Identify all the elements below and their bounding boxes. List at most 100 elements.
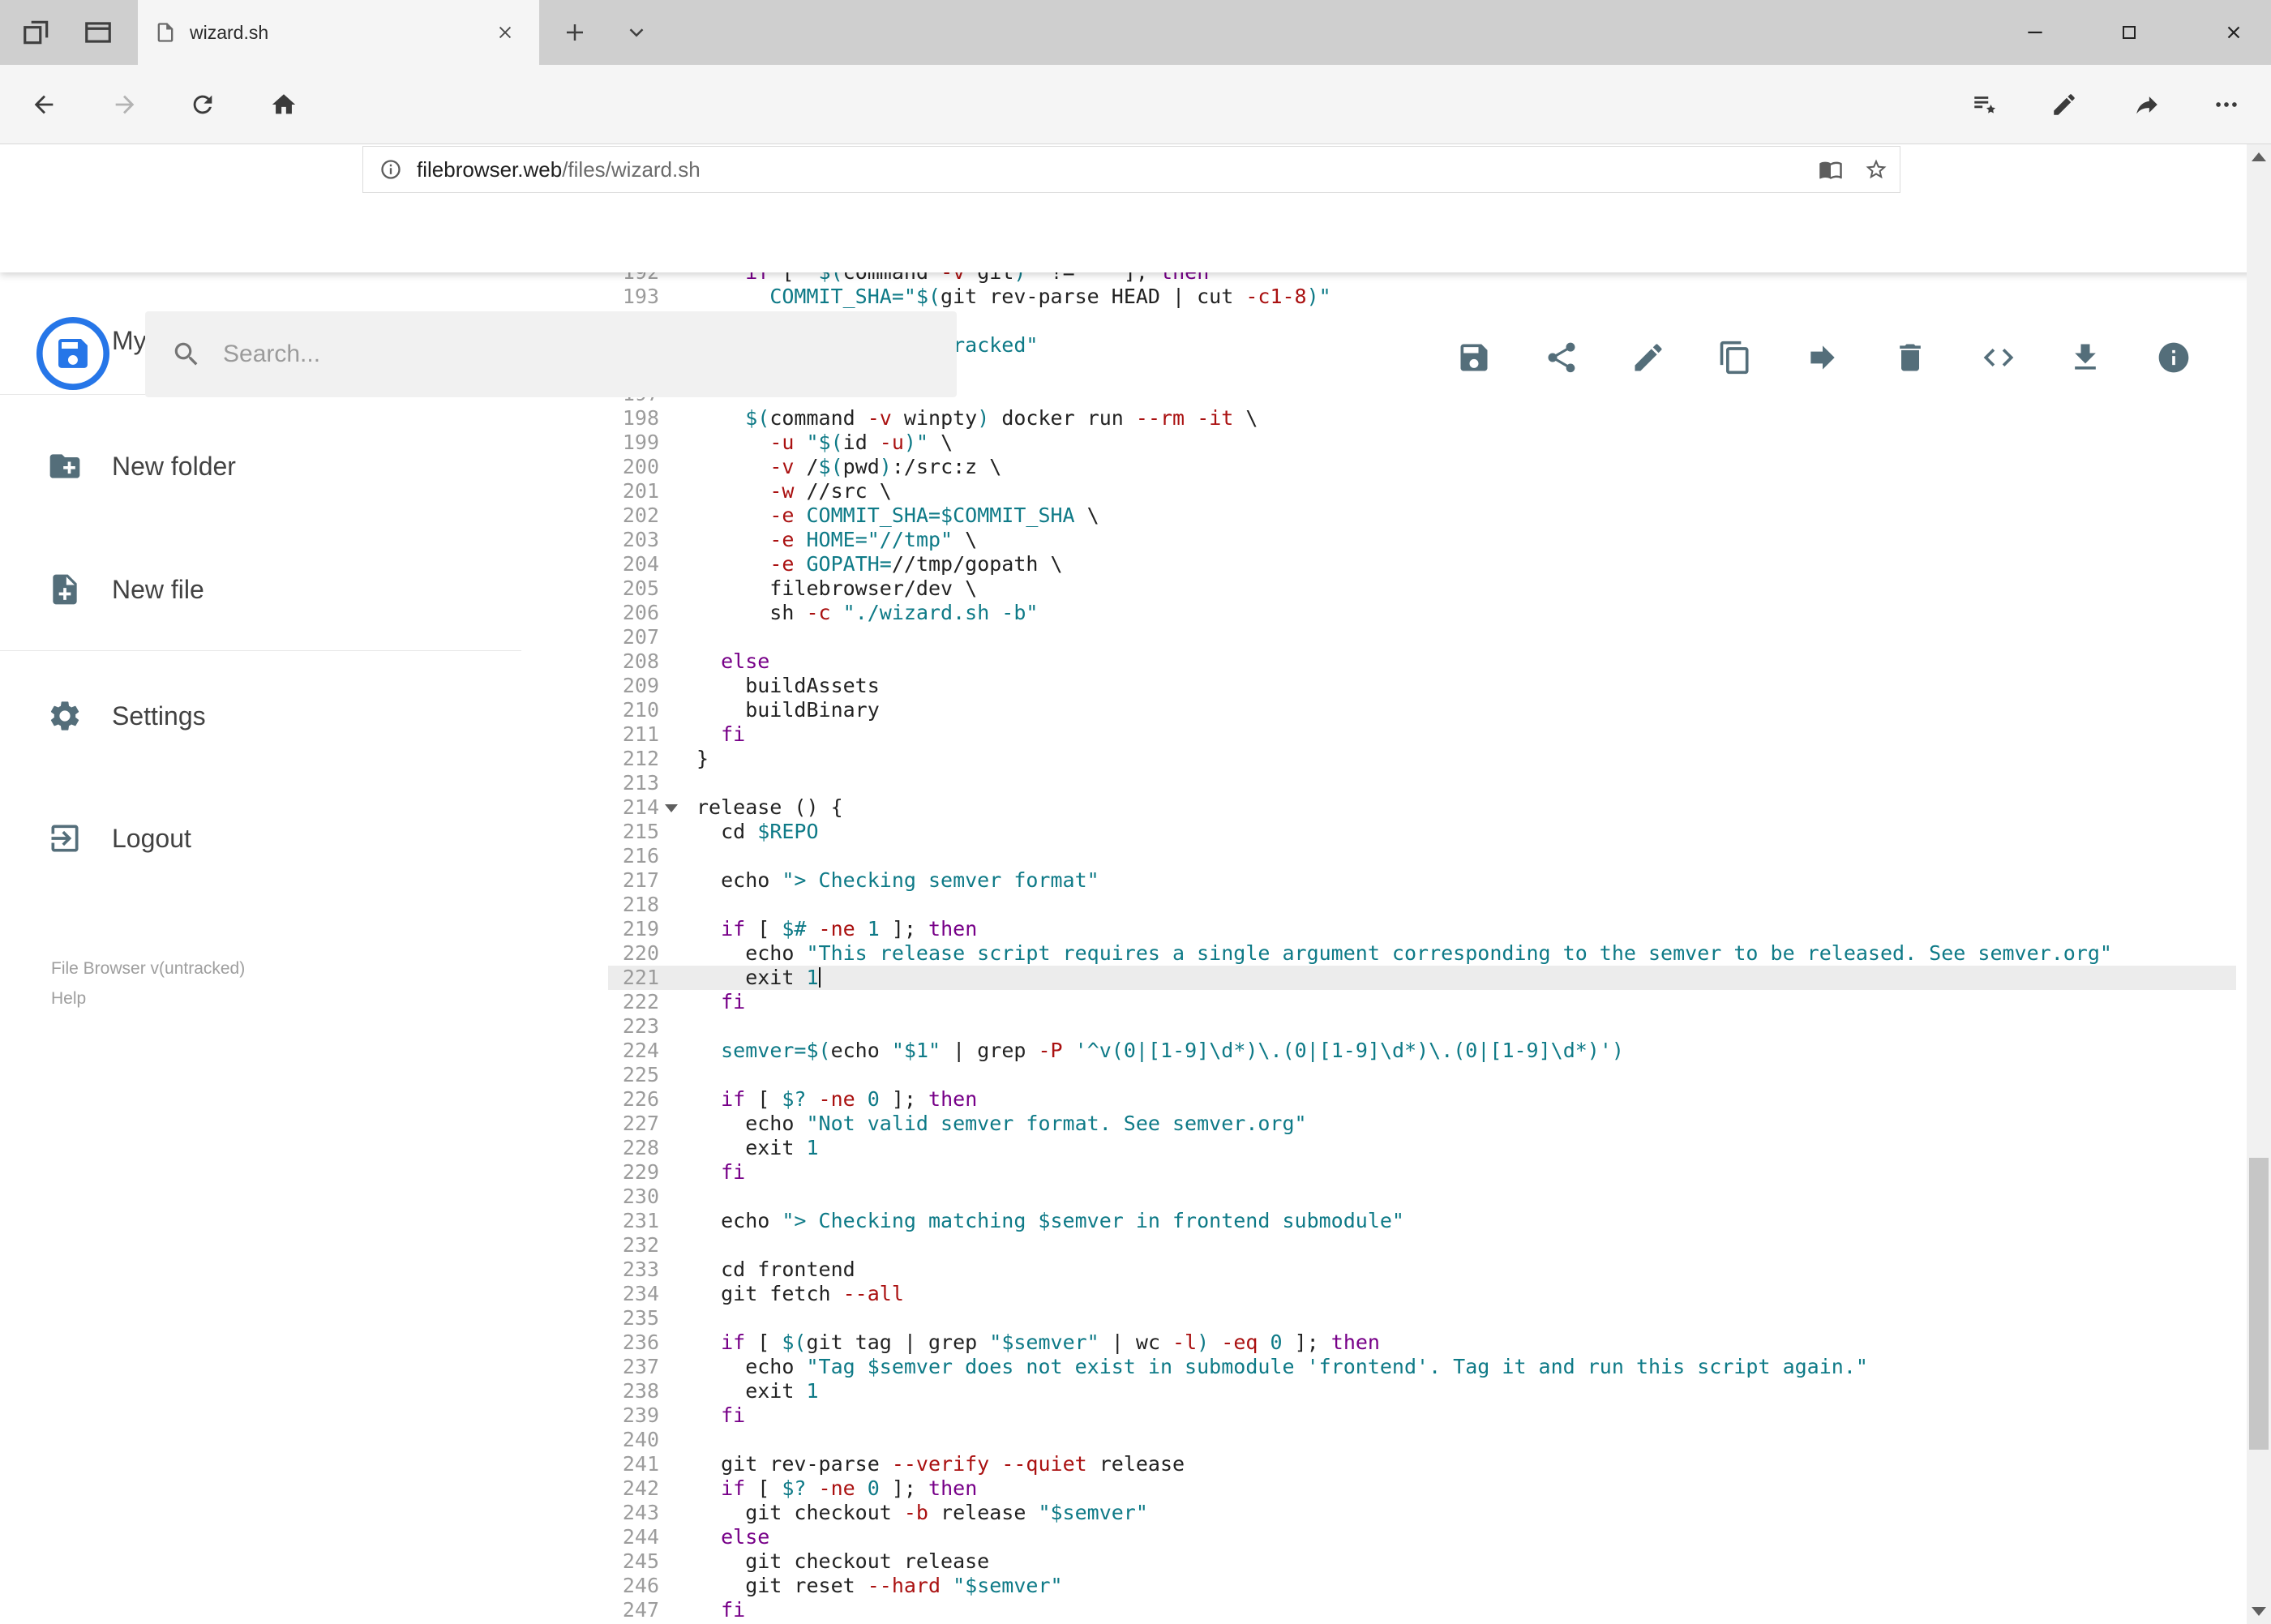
code-line[interactable]: 245 git checkout release xyxy=(608,1549,2236,1574)
code-line[interactable]: 226 if [ $? -ne 0 ]; then xyxy=(608,1087,2236,1112)
code-line[interactable]: 219 if [ $# -ne 1 ]; then xyxy=(608,917,2236,941)
code-text: echo "> Checking matching $semver in fro… xyxy=(696,1209,1404,1232)
scroll-down-arrow-icon[interactable] xyxy=(2247,1600,2271,1624)
code-line[interactable]: 214 release () { xyxy=(608,795,2236,820)
site-info-icon[interactable] xyxy=(379,158,402,181)
code-line[interactable]: 208 else xyxy=(608,649,2236,674)
code-line[interactable]: 232 xyxy=(608,1233,2236,1258)
code-line[interactable]: 213 xyxy=(608,771,2236,795)
code-line[interactable]: 210 buildBinary xyxy=(608,698,2236,722)
tab-list-chevron-icon[interactable] xyxy=(614,10,659,55)
sidebar-item-settings[interactable]: Settings xyxy=(0,683,521,748)
save-button[interactable] xyxy=(1448,332,1500,384)
close-button[interactable] xyxy=(2196,0,2271,65)
search-box[interactable] xyxy=(145,311,957,397)
code-line[interactable]: 217 echo "> Checking semver format" xyxy=(608,868,2236,893)
move-button[interactable] xyxy=(1797,332,1849,384)
new-tab-button[interactable] xyxy=(552,10,598,55)
code-line[interactable]: 234 git fetch --all xyxy=(608,1282,2236,1306)
copy-button[interactable] xyxy=(1709,332,1761,384)
browser-tab[interactable]: wizard.sh xyxy=(138,0,539,65)
reading-view-icon[interactable] xyxy=(1819,157,1843,182)
maximize-button[interactable] xyxy=(2092,0,2166,65)
code-line[interactable]: 209 buildAssets xyxy=(608,674,2236,698)
share-icon[interactable] xyxy=(2123,80,2171,129)
code-line[interactable]: 221 exit 1 xyxy=(608,966,2236,990)
code-line[interactable]: 247 fi xyxy=(608,1598,2236,1622)
code-line[interactable]: 241 git rev-parse --verify --quiet relea… xyxy=(608,1452,2236,1476)
code-line[interactable]: 231 echo "> Checking matching $semver in… xyxy=(608,1209,2236,1233)
code-line[interactable]: 237 echo "Tag $semver does not exist in … xyxy=(608,1355,2236,1379)
code-line[interactable]: 244 else xyxy=(608,1525,2236,1549)
code-line[interactable]: 193 COMMIT_SHA="$(git rev-parse HEAD | c… xyxy=(608,285,2236,309)
set-tabs-aside-icon[interactable] xyxy=(14,10,59,55)
address-bar: filebrowser.web/files/wizard.sh xyxy=(0,65,2271,193)
download-button[interactable] xyxy=(2059,332,2111,384)
code-line[interactable]: 225 xyxy=(608,1063,2236,1087)
code-line[interactable]: 230 xyxy=(608,1185,2236,1209)
delete-button[interactable] xyxy=(1884,332,1936,384)
forward-icon[interactable] xyxy=(101,80,149,129)
code-line[interactable]: 227 echo "Not valid semver format. See s… xyxy=(608,1112,2236,1136)
code-line[interactable]: 205 filebrowser/dev \ xyxy=(608,576,2236,601)
tab-preview-icon[interactable] xyxy=(75,10,121,55)
help-link[interactable]: Help xyxy=(51,983,245,1013)
code-line[interactable]: 236 if [ $(git tag | grep "$semver" | wc… xyxy=(608,1330,2236,1355)
search-input[interactable] xyxy=(223,341,931,368)
share-file-button[interactable] xyxy=(1536,332,1588,384)
scrollbar-thumb[interactable] xyxy=(2249,1158,2269,1450)
fold-gutter xyxy=(659,1355,685,1379)
code-line[interactable]: 243 git checkout -b release "$semver" xyxy=(608,1501,2236,1525)
code-line[interactable]: 204 -e GOPATH=//tmp/gopath \ xyxy=(608,552,2236,576)
app-logo[interactable] xyxy=(36,316,110,391)
code-line[interactable]: 206 sh -c "./wizard.sh -b" xyxy=(608,601,2236,625)
sidebar-item-logout[interactable]: Logout xyxy=(0,806,521,871)
code-line[interactable]: 229 fi xyxy=(608,1160,2236,1185)
code-line[interactable]: 202 -e COMMIT_SHA=$COMMIT_SHA \ xyxy=(608,503,2236,528)
code-line[interactable]: 216 xyxy=(608,844,2236,868)
rename-button[interactable] xyxy=(1622,332,1674,384)
vertical-scrollbar[interactable] xyxy=(2247,144,2271,1624)
code-line[interactable]: 222 fi xyxy=(608,990,2236,1014)
scroll-up-arrow-icon[interactable] xyxy=(2247,144,2271,169)
code-line[interactable]: 215 cd $REPO xyxy=(608,820,2236,844)
code-line[interactable]: 211 fi xyxy=(608,722,2236,747)
code-line[interactable]: 238 exit 1 xyxy=(608,1379,2236,1403)
code-line[interactable]: 198 $(command -v winpty) docker run --rm… xyxy=(608,406,2236,431)
code-line[interactable]: 228 exit 1 xyxy=(608,1136,2236,1160)
code-line[interactable]: 235 xyxy=(608,1306,2236,1330)
fold-marker-icon[interactable] xyxy=(659,795,685,820)
code-line[interactable]: 199 -u "$(id -u)" \ xyxy=(608,431,2236,455)
tab-close-icon[interactable] xyxy=(487,15,523,50)
code-line[interactable]: 203 -e HOME="//tmp" \ xyxy=(608,528,2236,552)
code-line[interactable]: 207 xyxy=(608,625,2236,649)
code-line[interactable]: 200 -v /$(pwd):/src:z \ xyxy=(608,455,2236,479)
refresh-icon[interactable] xyxy=(178,80,227,129)
code-line[interactable]: 218 xyxy=(608,893,2236,917)
code-line[interactable]: 240 xyxy=(608,1428,2236,1452)
url-field[interactable]: filebrowser.web/files/wizard.sh xyxy=(362,146,1900,193)
info-button[interactable] xyxy=(2148,332,2200,384)
code-editor[interactable]: 192 if [ "$(command -v git)" != "" ]; th… xyxy=(608,260,2236,1622)
code-line[interactable]: 246 git reset --hard "$semver" xyxy=(608,1574,2236,1598)
home-icon[interactable] xyxy=(259,80,308,129)
web-note-pen-icon[interactable] xyxy=(2040,80,2089,129)
code-line[interactable]: 212} xyxy=(608,747,2236,771)
code-line[interactable]: 233 cd frontend xyxy=(608,1258,2236,1282)
code-line[interactable]: 220 echo "This release script requires a… xyxy=(608,941,2236,966)
hub-favorites-icon[interactable] xyxy=(1960,80,2009,129)
code-view-button[interactable] xyxy=(1973,332,2025,384)
sidebar-item-new-folder[interactable]: New folder xyxy=(0,434,521,499)
code-line[interactable]: 224 semver=$(echo "$1" | grep -P '^v(0|[… xyxy=(608,1039,2236,1063)
more-options-icon[interactable] xyxy=(2202,80,2251,129)
favorite-star-icon[interactable] xyxy=(1864,157,1888,182)
sidebar-item-new-file[interactable]: New file xyxy=(0,557,521,622)
code-line[interactable]: 201 -w //src \ xyxy=(608,479,2236,503)
code-line[interactable]: 223 xyxy=(608,1014,2236,1039)
line-number: 200 xyxy=(622,455,659,478)
code-line[interactable]: 242 if [ $? -ne 0 ]; then xyxy=(608,1476,2236,1501)
back-icon[interactable] xyxy=(19,80,68,129)
minimize-button[interactable] xyxy=(1998,0,2072,65)
code-text: fi xyxy=(721,990,746,1013)
code-line[interactable]: 239 fi xyxy=(608,1403,2236,1428)
